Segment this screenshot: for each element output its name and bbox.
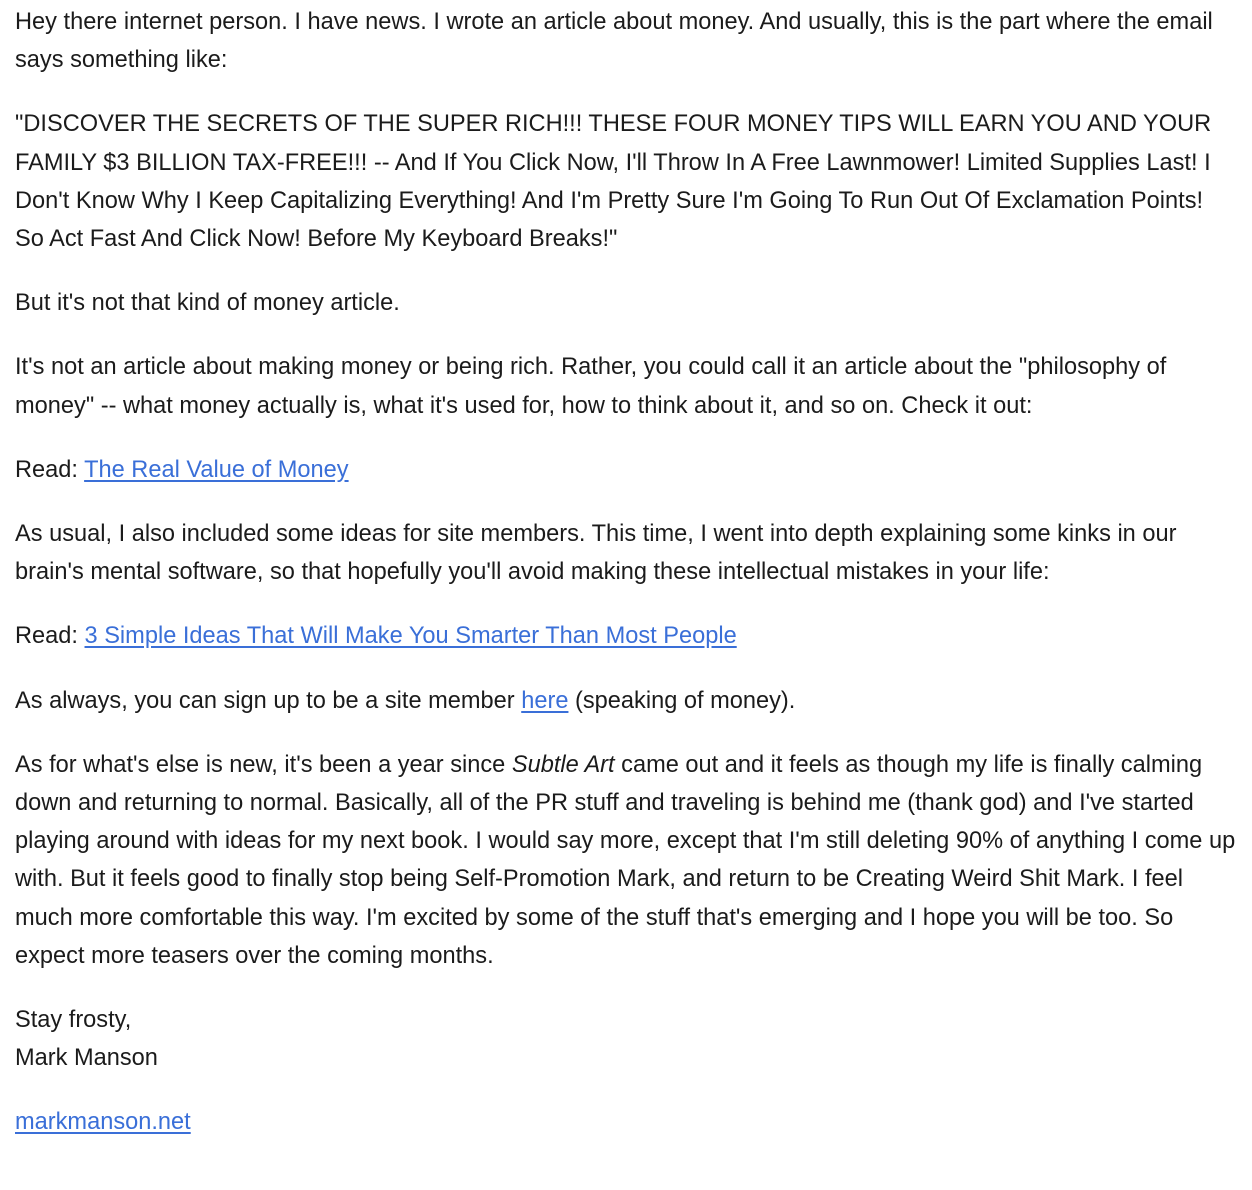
signup-text-after: (speaking of money). [568,687,796,714]
whats-new-text-before: As for what's else is new, it's been a y… [15,751,512,778]
site-link-paragraph: markmanson.net [15,1103,1238,1141]
whats-new-text-after: came out and it feels as though my life … [15,751,1236,969]
markmanson-site-link[interactable]: markmanson.net [15,1109,191,1135]
signoff: Stay frosty, Mark Manson [15,1001,1238,1077]
three-simple-ideas-link[interactable]: 3 Simple Ideas That Will Make You Smarte… [85,623,737,649]
read-line-2: Read: 3 Simple Ideas That Will Make You … [15,617,1238,655]
read-line-1: Read: The Real Value of Money [15,451,1238,489]
signoff-greeting: Stay frosty, [15,1007,132,1034]
signup-text-before: As always, you can sign up to be a site … [15,687,522,714]
intro-paragraph: Hey there internet person. I have news. … [15,9,1213,74]
read-label: Read: [15,456,85,483]
book-title: Subtle Art [511,751,615,778]
whats-new-paragraph: As for what's else is new, it's been a y… [15,746,1238,975]
read-label: Read: [15,623,85,650]
real-value-of-money-link[interactable]: The Real Value of Money [84,457,349,483]
signup-paragraph: As always, you can sign up to be a site … [15,682,1238,720]
email-body: Hey there internet person. I have news. … [0,0,1252,1142]
members-paragraph: As usual, I also included some ideas for… [15,521,1177,586]
signup-here-link[interactable]: here [521,688,568,714]
spam-parody-paragraph: "DISCOVER THE SECRETS OF THE SUPER RICH!… [15,111,1212,253]
philosophy-paragraph: It's not an article about making money o… [15,354,1167,419]
signoff-name: Mark Manson [15,1045,158,1072]
not-that-kind-paragraph: But it's not that kind of money article. [15,290,400,317]
